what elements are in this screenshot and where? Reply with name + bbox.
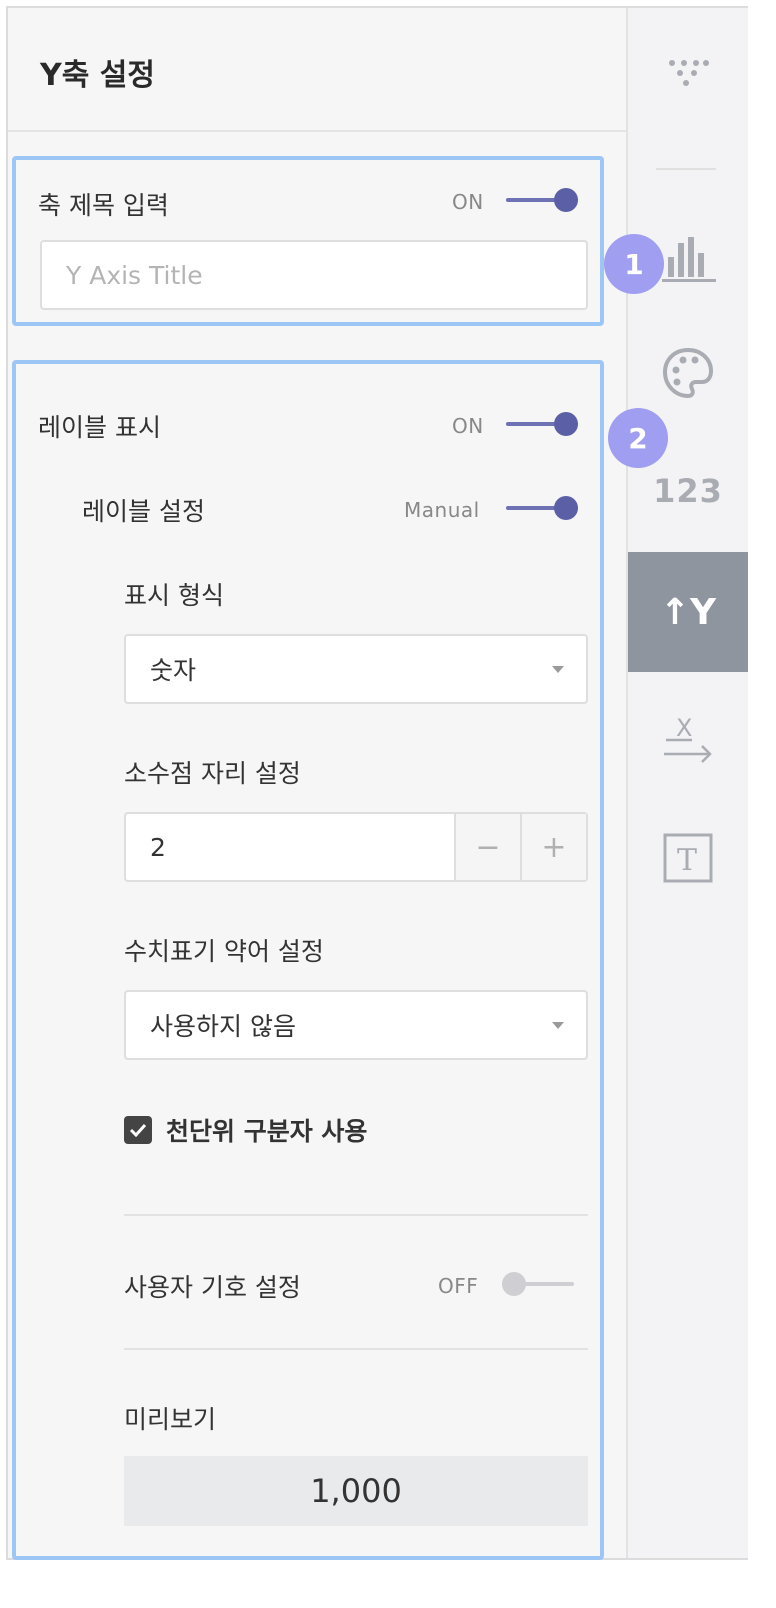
settings-window: Y축 설정 축 제목 입력 ON Y Axis Title 레이블 표시 ON … — [6, 6, 748, 1560]
axis-title-toggle[interactable] — [506, 188, 578, 212]
abbreviation-select[interactable]: 사용하지 않음 — [124, 990, 588, 1060]
format-select-value: 숫자 — [150, 656, 197, 685]
panel-title: Y축 설정 — [40, 58, 155, 93]
divider — [124, 1214, 588, 1216]
rail-item-y-axis[interactable]: ↑Y — [628, 552, 748, 672]
label-settings-toggle[interactable] — [506, 496, 578, 520]
text-icon-letter: T — [677, 843, 697, 878]
chevron-down-icon — [552, 1022, 564, 1029]
label-display-section: 레이블 표시 ON 레이블 설정 Manual 표시 형식 숫자 소수점 자리 … — [12, 360, 604, 1560]
axis-title-section: 축 제목 입력 ON Y Axis Title — [12, 156, 604, 326]
thousand-separator-label: 천단위 구분자 사용 — [166, 1117, 368, 1146]
custom-symbol-toggle[interactable] — [502, 1272, 574, 1296]
checkmark-icon — [129, 1123, 147, 1137]
abbreviation-select-value: 사용하지 않음 — [150, 1012, 296, 1041]
label-display-toggle[interactable] — [506, 412, 578, 436]
divider — [124, 1348, 588, 1350]
text-icon: T — [663, 833, 713, 883]
decimal-label: 소수점 자리 설정 — [124, 759, 301, 788]
axis-title-toggle-text: ON — [452, 190, 484, 214]
decimal-value[interactable]: 2 — [150, 833, 166, 862]
y-axis-settings-panel: Y축 설정 축 제목 입력 ON Y Axis Title 레이블 표시 ON … — [8, 8, 626, 1560]
palette-icon — [662, 347, 714, 399]
x-axis-icon: X — [664, 714, 712, 763]
preview-label: 미리보기 — [124, 1405, 217, 1434]
axis-title-input[interactable]: Y Axis Title — [40, 240, 588, 310]
custom-symbol-label: 사용자 기호 설정 — [124, 1273, 301, 1302]
label-settings-toggle-text: Manual — [404, 498, 480, 522]
label-settings-label: 레이블 설정 — [82, 497, 205, 526]
rail-item-x-axis[interactable]: X — [628, 698, 748, 778]
format-select[interactable]: 숫자 — [124, 634, 588, 704]
callout-badge-2: 2 — [608, 408, 668, 468]
panel-header: Y축 설정 — [8, 8, 626, 132]
decimal-plus-button[interactable]: + — [520, 814, 586, 880]
axis-title-label: 축 제목 입력 — [38, 191, 169, 220]
thousand-separator-checkbox[interactable] — [124, 1116, 152, 1144]
format-label: 표시 형식 — [124, 581, 224, 610]
callout-badge-1: 1 — [604, 234, 664, 294]
rail-item-text[interactable]: T — [628, 818, 748, 898]
chevron-down-icon — [552, 666, 564, 673]
y-axis-icon: ↑Y — [659, 591, 717, 633]
decimal-minus-button[interactable]: − — [454, 814, 520, 880]
scatter-dots-icon — [669, 60, 709, 86]
label-display-toggle-text: ON — [452, 414, 484, 438]
bar-chart-icon — [662, 237, 716, 282]
x-axis-letter: X — [676, 714, 692, 742]
label-display-label: 레이블 표시 — [38, 413, 161, 442]
abbreviation-label: 수치표기 약어 설정 — [124, 937, 324, 966]
preview-value: 1,000 — [124, 1456, 588, 1526]
decimal-stepper[interactable]: 2 − + — [124, 812, 588, 882]
rail-item-scatter[interactable] — [628, 38, 748, 108]
rail-item-palette[interactable] — [628, 333, 748, 413]
rail-divider — [656, 168, 716, 170]
custom-symbol-toggle-text: OFF — [438, 1274, 479, 1298]
